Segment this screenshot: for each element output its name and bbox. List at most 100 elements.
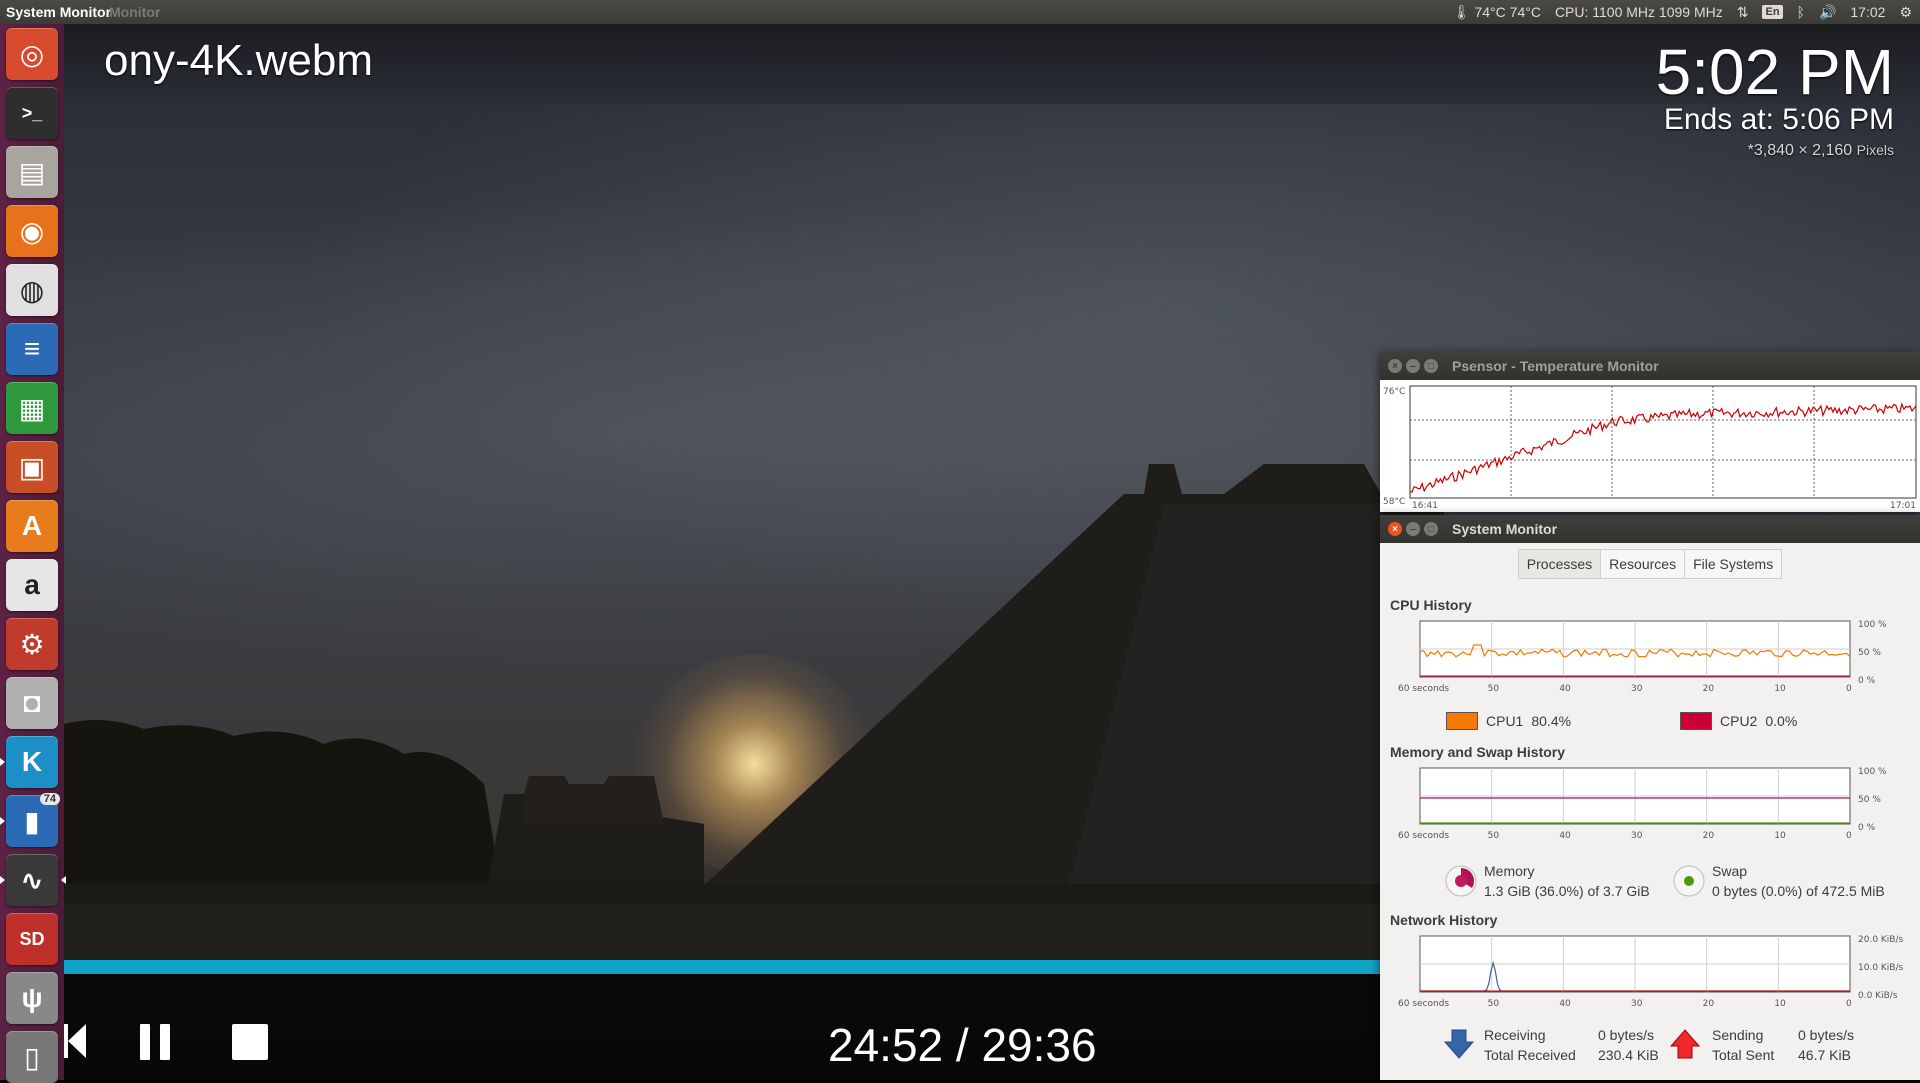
memory-history-graph: 60 seconds 50 40 30 20 10 0 100 % 50 % 0 % [1398, 767, 1887, 841]
temperature-text: 74°C 74°C [1474, 4, 1541, 20]
launcher-sd-card-icon[interactable]: SD [6, 913, 58, 965]
tab-processes[interactable]: Processes [1517, 549, 1602, 579]
total-received-value: 230.4 KiB [1598, 1047, 1659, 1063]
launcher-trash-icon[interactable]: ▯ [6, 1031, 58, 1083]
bluetooth-icon[interactable]: ᛒ [1797, 4, 1805, 20]
launcher-psensor-icon[interactable]: ▮ 74 [0, 793, 60, 847]
axis-tick-label: 20.0 KiB/s [1858, 935, 1904, 945]
temperature-indicator[interactable]: 🌡 74°C 74°C [1453, 4, 1541, 21]
sending-arrow-icon[interactable] [1670, 1028, 1700, 1060]
indicator-area: 🌡 74°C 74°C CPU: 1100 MHz 1099 MHz ⇅ En … [1453, 4, 1920, 21]
network-icon[interactable]: ⇅ [1737, 4, 1749, 21]
axis-tick-label: 60 seconds [1398, 684, 1449, 694]
sending-value: 0 bytes/s [1798, 1027, 1855, 1043]
tab-resources[interactable]: Resources [1601, 549, 1686, 579]
axis-tick-label: 30 [1631, 999, 1643, 1009]
launcher-software-center-icon[interactable]: A [6, 500, 58, 552]
active-app-title: System Monitor [6, 4, 112, 20]
axis-tick-label: 0.0 KiB/s [1858, 991, 1898, 1001]
sysmon-title: System Monitor [1452, 521, 1558, 537]
launcher-cheese-icon[interactable]: ◘ [6, 677, 58, 729]
psensor-window[interactable]: × – □ Psensor - Temperature Monitor 76°C… [1380, 352, 1920, 512]
receiving-label: Receiving [1484, 1027, 1546, 1043]
previous-icon[interactable] [64, 1024, 86, 1058]
axis-tick-label: 0 [1846, 684, 1852, 694]
axis-tick-label: 30 [1631, 831, 1643, 841]
network-history-graph: 60 seconds 50 40 30 20 10 0 20.0 KiB/s 10.0 KiB/… [1398, 935, 1904, 1009]
launcher-system-settings-icon[interactable]: ⚙ [6, 618, 58, 670]
temperature-graph: 76°C 58°C 16:41 17:01 [1380, 380, 1920, 512]
total-received-label: Total Received [1484, 1047, 1576, 1063]
axis-tick-label: 50 [1488, 684, 1500, 694]
launcher-files-icon[interactable]: ▤ [6, 146, 58, 198]
launcher-usb-icon[interactable]: ψ [6, 972, 58, 1024]
launcher-chrome-icon[interactable]: ◍ [6, 264, 58, 316]
psensor-titlebar[interactable]: × – □ Psensor - Temperature Monitor [1380, 352, 1920, 380]
cpu-history-title: CPU History [1390, 597, 1472, 613]
close-button[interactable]: × [1388, 522, 1402, 536]
axis-tick-label: 50 [1488, 999, 1500, 1009]
volume-icon[interactable]: 🔊 [1819, 4, 1836, 21]
axis-tick-label: 50 % [1858, 795, 1881, 805]
cpu-history-graph: 60 seconds 50 40 30 20 10 0 100 % 50 % 0 % [1398, 620, 1887, 694]
axis-tick-label: 10 [1774, 831, 1786, 841]
osd-clock: 5:02 PM [1655, 36, 1894, 108]
psensor-badge: 74 [39, 793, 60, 805]
maximize-button[interactable]: □ [1424, 522, 1438, 536]
panel-clock[interactable]: 17:02 [1850, 4, 1885, 20]
axis-tick-label: 60 seconds [1398, 831, 1449, 841]
cpu1-color-swatch[interactable] [1446, 712, 1478, 730]
cpu2-label: CPU2 [1720, 713, 1758, 729]
launcher: ◎ >_ ▤ ◉ ◍ ≡ ▦ ▣ Aa ⚙ ◘ K ▮ 74 ∿ SD ψ ▯ [0, 24, 66, 1083]
axis-tick-label: 40 [1559, 684, 1571, 694]
keyboard-layout-indicator[interactable]: En [1762, 5, 1783, 19]
launcher-calc-icon[interactable]: ▦ [6, 382, 58, 434]
playback-time: 24:52 / 29:36 [828, 1019, 1097, 1071]
maximize-button[interactable]: □ [1424, 359, 1438, 373]
axis-tick-label: 0 [1846, 999, 1852, 1009]
axis-tick-label: 50 % [1858, 648, 1881, 658]
network-history-title: Network History [1390, 912, 1498, 928]
launcher-impress-icon[interactable]: ▣ [6, 441, 58, 493]
cpu1-value: 80.4% [1531, 713, 1572, 729]
axis-tick-label: 100 % [1858, 767, 1887, 777]
swap-value: 0 bytes (0.0%) of 472.5 MiB [1712, 883, 1885, 899]
memory-history-title: Memory and Swap History [1390, 744, 1566, 760]
launcher-amazon-icon[interactable]: a [6, 559, 58, 611]
axis-tick-label: 20 [1703, 999, 1715, 1009]
sysmon-titlebar[interactable]: × – □ System Monitor [1380, 515, 1920, 543]
minimize-button[interactable]: – [1406, 522, 1420, 536]
thermometer-icon: 🌡 [1452, 3, 1471, 20]
sysmon-tabs: Processes Resources File Systems [1380, 543, 1920, 583]
osd-resolution: *3,840 × 2,160 Pixels [1747, 142, 1894, 159]
launcher-ubuntu-dash-icon[interactable]: ◎ [6, 28, 58, 80]
launcher-firefox-icon[interactable]: ◉ [6, 205, 58, 257]
pause-icon[interactable] [140, 1024, 170, 1060]
axis-tick-label: 50 [1488, 831, 1500, 841]
cpu2-legend: CPU2 0.0% [1680, 712, 1797, 730]
cpu2-value: 0.0% [1765, 713, 1798, 729]
memory-legend: Memory 1.3 GiB (36.0%) of 3.7 GiB [1484, 861, 1650, 901]
stop-icon[interactable] [232, 1024, 268, 1060]
gear-icon[interactable]: ⚙ [1899, 4, 1912, 21]
launcher-writer-icon[interactable]: ≡ [6, 323, 58, 375]
axis-tick-label: 30 [1631, 684, 1643, 694]
receiving-arrow-icon[interactable] [1444, 1028, 1474, 1060]
cpu-frequency-indicator[interactable]: CPU: 1100 MHz 1099 MHz [1555, 4, 1723, 20]
sending-values: 0 bytes/s 46.7 KiB [1798, 1025, 1854, 1065]
launcher-system-monitor-icon[interactable]: ∿ [0, 854, 66, 906]
swap-pie-icon[interactable] [1672, 864, 1706, 898]
time-end-label: 17:01 [1890, 501, 1916, 511]
memory-pie-icon[interactable] [1444, 864, 1478, 898]
axis-tick-label: 40 [1559, 831, 1571, 841]
system-monitor-window[interactable]: × – □ System Monitor Processes Resources… [1380, 515, 1920, 1080]
launcher-terminal-icon[interactable]: >_ [6, 87, 58, 139]
launcher-kodi-icon[interactable]: K [0, 736, 58, 788]
receiving-legend: Receiving Total Received [1484, 1025, 1576, 1065]
tab-file-systems[interactable]: File Systems [1685, 549, 1783, 579]
minimize-button[interactable]: – [1406, 359, 1420, 373]
cpu2-color-swatch[interactable] [1680, 712, 1712, 730]
close-button[interactable]: × [1388, 359, 1402, 373]
app-title-ghost: Monitor [109, 4, 161, 20]
swap-legend: Swap 0 bytes (0.0%) of 472.5 MiB [1712, 861, 1885, 901]
